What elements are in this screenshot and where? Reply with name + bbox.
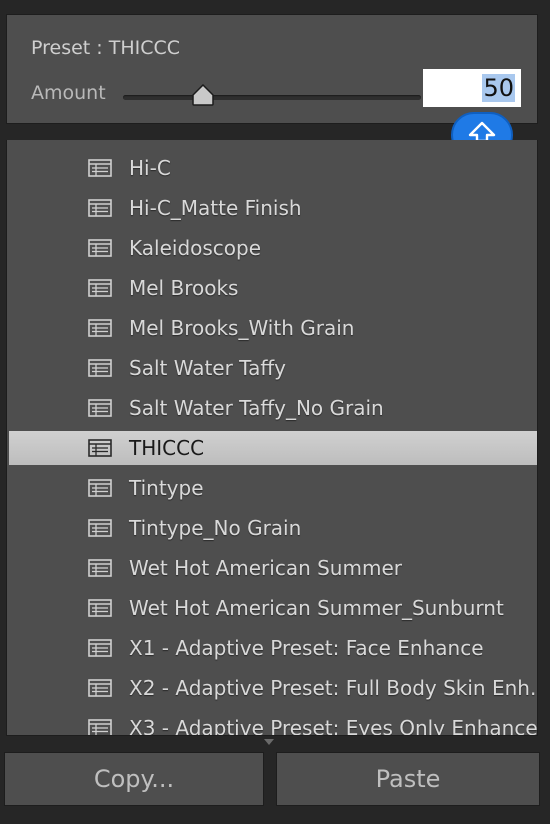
amount-slider-thumb[interactable] (191, 84, 215, 106)
preset-list-icon (88, 559, 112, 577)
preset-list[interactable]: Hi-C Hi-C_Matte Finish Kaleidoscope Mel Bro… (6, 140, 538, 736)
copy-button[interactable]: Copy... (4, 752, 264, 806)
list-item-label: Tintype (129, 476, 204, 500)
preset-amount-panel: Preset : THICCC Amount 50 (6, 14, 538, 124)
list-item[interactable]: Mel Brooks_With Grain (9, 311, 537, 345)
list-item[interactable]: Wet Hot American Summer (9, 551, 537, 585)
list-item-label: Salt Water Taffy (129, 356, 286, 380)
preset-list-icon (88, 519, 112, 537)
list-item[interactable]: X2 - Adaptive Preset: Full Body Skin Enh… (9, 671, 537, 705)
list-item[interactable]: Tintype (9, 471, 537, 505)
list-item-label: Mel Brooks_With Grain (129, 316, 355, 340)
preset-list-icon (88, 159, 112, 177)
preset-list-icon (88, 359, 112, 377)
list-item-label: Salt Water Taffy_No Grain (129, 396, 384, 420)
preset-list-icon (88, 399, 112, 417)
amount-value-text: 50 (482, 74, 515, 102)
list-item-label: Tintype_No Grain (129, 516, 302, 540)
preset-list-icon (88, 679, 112, 697)
preset-list-icon (88, 639, 112, 657)
preset-list-icon (88, 439, 112, 457)
list-item[interactable]: Hi-C (9, 151, 537, 185)
list-item-label: Hi-C (129, 156, 171, 180)
list-item[interactable]: Tintype_No Grain (9, 511, 537, 545)
list-item-label: X3 - Adaptive Preset: Eyes Only Enhance (129, 716, 538, 736)
list-item[interactable]: Wet Hot American Summer_Sunburnt (9, 591, 537, 625)
preset-name-label: Preset : THICCC (31, 37, 181, 59)
amount-value-field[interactable]: 50 (423, 69, 521, 107)
preset-list-icon (88, 319, 112, 337)
list-item-selected[interactable]: THICCC (9, 431, 537, 465)
preset-list-icon (88, 279, 112, 297)
preset-list-icon (88, 239, 112, 257)
list-item[interactable]: Kaleidoscope (9, 231, 537, 265)
list-item-label: Wet Hot American Summer (129, 556, 402, 580)
preset-list-icon (88, 479, 112, 497)
preset-list-icon (88, 599, 112, 617)
list-item[interactable]: Mel Brooks (9, 271, 537, 305)
list-item-label: X1 - Adaptive Preset: Face Enhance (129, 636, 484, 660)
amount-slider-track[interactable] (123, 95, 421, 100)
list-item[interactable]: Salt Water Taffy_No Grain (9, 391, 537, 425)
paste-button[interactable]: Paste (276, 752, 540, 806)
list-item-label: Wet Hot American Summer_Sunburnt (129, 596, 504, 620)
list-item-label: THICCC (129, 436, 205, 460)
amount-label: Amount (31, 82, 106, 104)
list-item-label: Kaleidoscope (129, 236, 262, 260)
list-item[interactable]: Hi-C_Matte Finish (9, 191, 537, 225)
list-item-label: Hi-C_Matte Finish (129, 196, 302, 220)
list-item[interactable]: X1 - Adaptive Preset: Face Enhance (9, 631, 537, 665)
list-item-label: X2 - Adaptive Preset: Full Body Skin Enh… (129, 676, 538, 700)
scroll-down-icon[interactable] (264, 739, 274, 745)
list-item[interactable]: Salt Water Taffy (9, 351, 537, 385)
preset-list-icon (88, 719, 112, 735)
list-item[interactable]: X3 - Adaptive Preset: Eyes Only Enhance (9, 711, 538, 736)
list-item-label: Mel Brooks (129, 276, 239, 300)
preset-list-icon (88, 199, 112, 217)
